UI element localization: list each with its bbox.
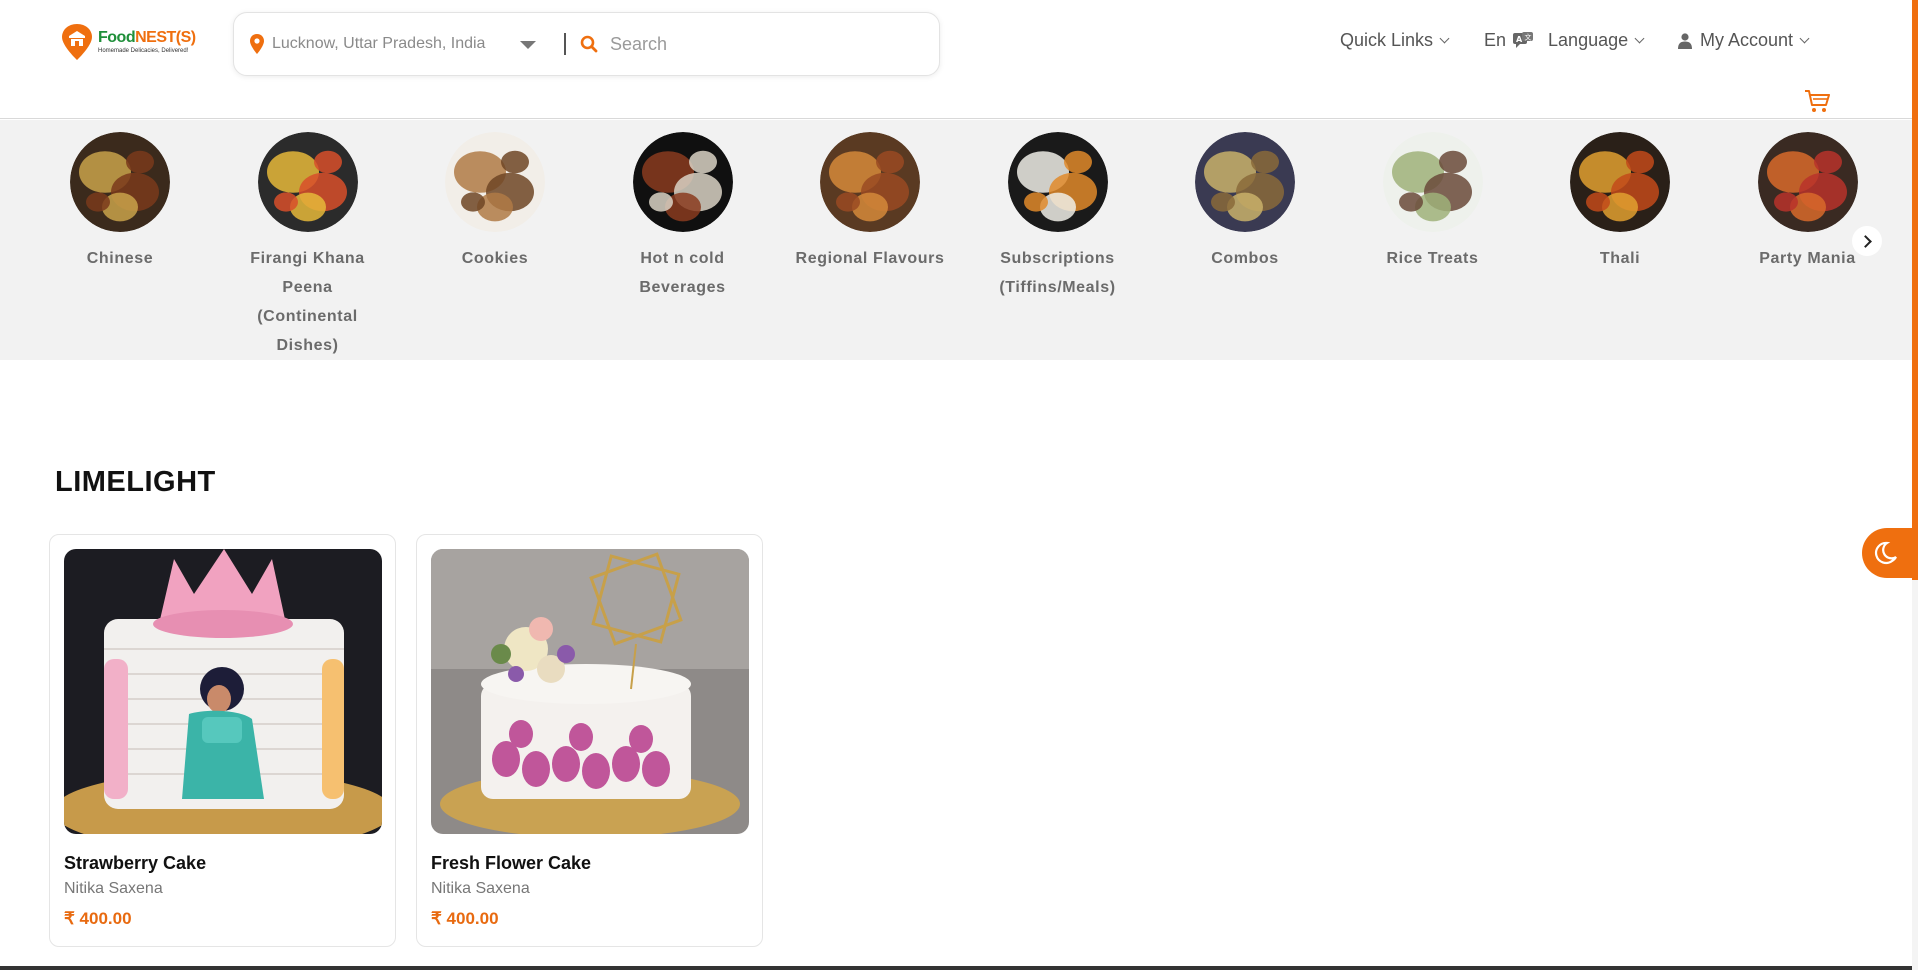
category-label: Subscriptions (Tiffins/Meals) (999, 250, 1116, 296)
chevron-down-icon (1439, 33, 1450, 44)
category-item[interactable]: Thali (1545, 132, 1695, 273)
map-pin-icon (250, 34, 264, 54)
category-item[interactable]: Firangi Khana Peena (Continental Dishes) (233, 132, 383, 360)
category-label: Firangi Khana Peena (Continental Dishes) (250, 250, 365, 354)
category-image[interactable] (257, 132, 358, 232)
scrollbar-thumb[interactable] (1912, 0, 1918, 580)
category-label: Cookies (461, 250, 529, 267)
page-scrollbar[interactable] (1912, 0, 1918, 970)
svg-text:文: 文 (1525, 32, 1532, 41)
location-text: Lucknow, Uttar Pradesh, India (272, 35, 486, 52)
page-bottom-edge (0, 966, 1912, 970)
category-item[interactable]: Rice Treats (1358, 132, 1508, 273)
brand-name-part2: NEST(S) (135, 29, 196, 46)
product-image[interactable] (431, 549, 749, 834)
quick-links-label: Quick Links (1340, 30, 1434, 50)
brand-tagline: Homemade Delicacies, Delivered! (98, 48, 189, 54)
category-image[interactable] (1007, 132, 1108, 232)
caret-down-icon[interactable] (520, 41, 536, 49)
my-account-label: My Account (1700, 30, 1794, 50)
site-header: FoodNEST(S) Homemade Delicacies, Deliver… (0, 0, 1918, 119)
site-logo[interactable]: FoodNEST(S) Homemade Delicacies, Deliver… (60, 22, 196, 62)
product-name[interactable]: Strawberry Cake (64, 853, 206, 874)
svg-text:A: A (1516, 35, 1523, 44)
category-item[interactable]: Subscriptions (Tiffins/Meals) (983, 132, 1133, 302)
dark-mode-toggle[interactable] (1862, 528, 1918, 578)
category-image[interactable] (70, 132, 170, 232)
category-item[interactable]: Regional Flavours (795, 132, 945, 273)
search-icon (580, 35, 598, 53)
category-item[interactable]: Cookies (420, 132, 570, 273)
category-image[interactable] (1570, 132, 1670, 232)
category-image[interactable] (820, 132, 920, 232)
category-item[interactable]: Hot n cold Beverages (608, 132, 758, 302)
cart-button[interactable] (1804, 88, 1830, 119)
product-seller: Nitika Saxena (431, 880, 530, 897)
product-name[interactable]: Fresh Flower Cake (431, 853, 591, 874)
product-card[interactable]: Strawberry Cake Nitika Saxena ₹ 400.00 (49, 534, 396, 947)
category-item[interactable]: Combos (1170, 132, 1320, 273)
category-image[interactable] (1195, 132, 1295, 232)
language-code: En (1484, 30, 1507, 50)
product-price: ₹ 400.00 (431, 909, 499, 928)
category-image[interactable] (445, 132, 545, 232)
product-image[interactable] (64, 549, 382, 834)
account-menu[interactable]: My Account (1678, 30, 1810, 51)
cart-icon (1805, 90, 1830, 112)
language-menu[interactable]: En A 文 Language (1484, 30, 1645, 51)
section-title: LIMELIGHT (55, 466, 216, 498)
category-item[interactable]: Chinese (45, 132, 195, 273)
translate-icon: A 文 (1513, 31, 1534, 48)
chevron-down-icon (1634, 33, 1645, 44)
category-label: Chinese (86, 250, 154, 267)
product-price: ₹ 400.00 (64, 909, 132, 928)
chevron-right-icon (1859, 234, 1872, 248)
product-seller: Nitika Saxena (64, 880, 163, 897)
category-label: Rice Treats (1386, 250, 1479, 267)
category-image[interactable] (1382, 132, 1483, 232)
search-bar: Lucknow, Uttar Pradesh, India (233, 12, 940, 76)
category-label: Thali (1599, 250, 1641, 267)
search-input[interactable] (610, 33, 910, 55)
category-label: Hot n cold Beverages (639, 250, 726, 296)
logo-icon (62, 24, 92, 60)
category-label: Combos (1211, 250, 1279, 267)
location-selector[interactable]: Lucknow, Uttar Pradesh, India (234, 13, 564, 75)
category-image[interactable] (632, 132, 733, 232)
quick-links-menu[interactable]: Quick Links (1340, 30, 1450, 51)
language-label: Language (1548, 30, 1629, 50)
carousel-next-button[interactable] (1852, 226, 1882, 256)
chevron-down-icon (1799, 33, 1810, 44)
category-image[interactable] (1757, 132, 1858, 232)
category-label: Regional Flavours (795, 250, 945, 267)
product-card[interactable]: Fresh Flower Cake Nitika Saxena ₹ 400.00 (416, 534, 763, 947)
brand-name-part1: Food (98, 29, 136, 46)
moon-icon (1875, 541, 1897, 564)
user-icon (1678, 32, 1692, 49)
category-carousel: Chinese Firangi Khana Peena (Continental … (0, 120, 1912, 360)
category-label: Party Mania (1759, 250, 1856, 267)
